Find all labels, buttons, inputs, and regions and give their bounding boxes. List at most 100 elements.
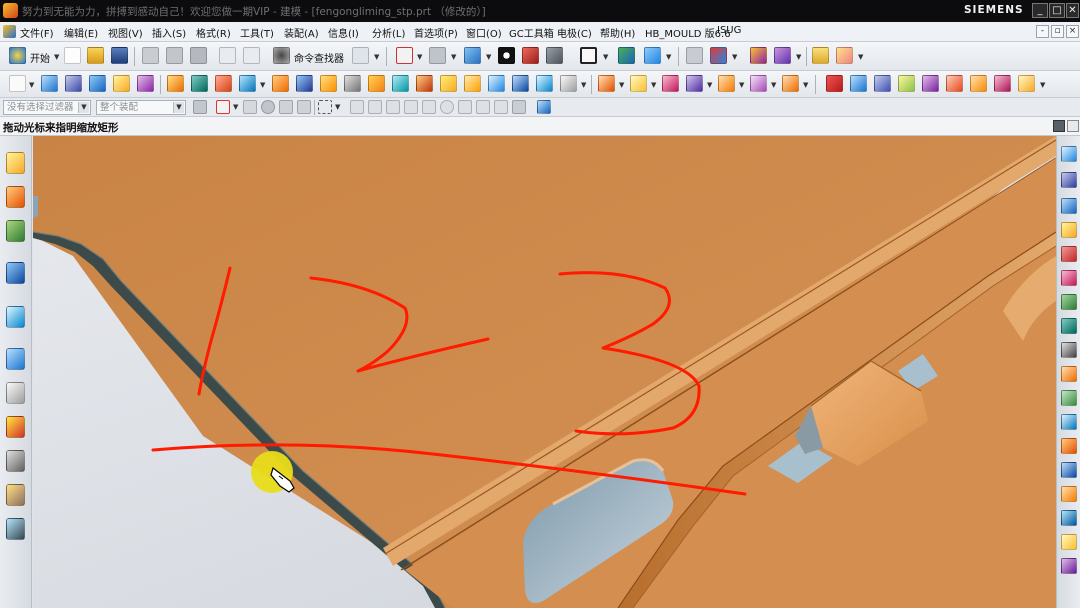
hole-toolbar-icon[interactable] [167, 75, 184, 92]
menu-analysis[interactable]: 分析(L) [372, 25, 405, 40]
surface-3-icon[interactable] [898, 75, 915, 92]
process-studio-icon[interactable] [6, 416, 25, 438]
graphics-window[interactable] [33, 136, 1056, 608]
chevron-down-icon[interactable]: ▼ [771, 81, 776, 89]
body-rule-icon[interactable] [279, 100, 293, 114]
shell-icon[interactable] [1061, 438, 1077, 454]
save-icon[interactable] [111, 47, 128, 64]
ruler-icon[interactable] [836, 47, 853, 64]
chevron-down-icon[interactable]: ▼ [1040, 81, 1045, 89]
doc-minimize-button[interactable]: - [1036, 25, 1049, 38]
measure-icon[interactable] [774, 47, 791, 64]
chevron-down-icon[interactable]: ▼ [29, 81, 34, 89]
chevron-down-icon[interactable]: ▼ [486, 53, 491, 61]
minimize-button[interactable]: _ [1032, 3, 1048, 18]
close-button[interactable]: ✕ [1066, 3, 1079, 18]
constraint-navigator-icon[interactable] [6, 186, 25, 208]
shaded-icon[interactable] [522, 47, 539, 64]
trim-icon[interactable] [392, 75, 409, 92]
mold-tool-5-icon[interactable] [718, 75, 735, 92]
sketch-icon[interactable] [9, 75, 26, 92]
mold-tool-2-icon[interactable] [630, 75, 647, 92]
chevron-down-icon[interactable]: ▼ [54, 53, 59, 61]
cue-options-icon[interactable] [1067, 120, 1079, 132]
offset-face-icon[interactable] [1061, 414, 1077, 430]
revolve-icon[interactable] [1061, 172, 1077, 188]
extrude-icon[interactable] [1061, 146, 1077, 162]
snap-mid-icon[interactable] [368, 100, 382, 114]
mold-tool-3-icon[interactable] [662, 75, 679, 92]
chevron-down-icon[interactable]: ▼ [233, 103, 238, 111]
tape-measure-icon[interactable] [812, 47, 829, 64]
cut-icon[interactable] [142, 47, 159, 64]
undo-icon[interactable] [219, 47, 236, 64]
maximize-button[interactable]: □ [1049, 3, 1065, 18]
chevron-down-icon[interactable]: ▼ [335, 103, 340, 111]
copy-icon[interactable] [166, 47, 183, 64]
snap-intersection-icon[interactable] [404, 100, 418, 114]
mold-tool-1-icon[interactable] [598, 75, 615, 92]
boss-toolbar-icon[interactable] [191, 75, 208, 92]
chevron-down-icon[interactable]: ▼ [651, 81, 656, 89]
analysis-icon[interactable] [750, 47, 767, 64]
render-style-icon[interactable] [498, 47, 515, 64]
chevron-down-icon[interactable]: ▼ [173, 102, 184, 113]
shell-toolbar-icon[interactable] [344, 75, 361, 92]
replace-face-icon[interactable] [512, 75, 529, 92]
open-folder-icon[interactable] [87, 47, 104, 64]
menu-format[interactable]: 格式(R) [196, 25, 231, 40]
mirror-icon[interactable] [416, 75, 433, 92]
menu-information[interactable]: 信息(I) [328, 25, 359, 40]
wireframe-icon[interactable] [546, 47, 563, 64]
chevron-down-icon[interactable]: ▼ [619, 81, 624, 89]
sphere-icon[interactable] [1061, 270, 1077, 286]
snap-control-icon[interactable] [386, 100, 400, 114]
history-icon[interactable] [6, 348, 25, 370]
reuse-library-icon[interactable] [6, 262, 25, 284]
sew-icon[interactable] [488, 75, 505, 92]
menu-gc-toolkit[interactable]: GC工具箱 [509, 25, 554, 40]
menu-view[interactable]: 视图(V) [108, 25, 143, 40]
chevron-down-icon[interactable]: ▼ [603, 53, 608, 61]
orient-view-icon[interactable] [464, 47, 481, 64]
hole-icon[interactable] [1061, 294, 1077, 310]
command-finder-button[interactable]: 命令查找器 [294, 50, 344, 65]
chevron-down-icon[interactable]: ▼ [732, 53, 737, 61]
chevron-down-icon[interactable]: ▼ [374, 53, 379, 61]
chevron-down-icon[interactable]: ▼ [707, 81, 712, 89]
move-object-icon[interactable] [644, 47, 661, 64]
edge-blend-icon[interactable] [1061, 462, 1077, 478]
menu-window[interactable]: 窗口(O) [466, 25, 502, 40]
surface-7-icon[interactable] [994, 75, 1011, 92]
surface-8-icon[interactable] [1018, 75, 1035, 92]
paste-icon[interactable] [190, 47, 207, 64]
offset-icon[interactable] [368, 75, 385, 92]
curve-rule-icon[interactable] [243, 100, 257, 114]
system-scene-icon[interactable] [6, 484, 25, 506]
background-icon[interactable] [580, 47, 597, 64]
chevron-down-icon[interactable]: ▼ [803, 81, 808, 89]
menu-assemblies[interactable]: 装配(A) [284, 25, 319, 40]
start-icon[interactable] [9, 47, 26, 64]
menu-insert[interactable]: 插入(S) [152, 25, 186, 40]
extrude-toolbar-icon[interactable] [41, 75, 58, 92]
rectangle-select-icon[interactable] [318, 100, 332, 114]
face-rule-icon[interactable] [261, 100, 275, 114]
menu-preferences[interactable]: 首选项(P) [414, 25, 458, 40]
fit-view-icon[interactable] [396, 47, 413, 64]
pocket-toolbar-icon[interactable] [215, 75, 232, 92]
trim-body-icon[interactable] [1061, 534, 1077, 550]
layer-settings-icon[interactable] [686, 47, 703, 64]
hd3d-tools-icon[interactable] [6, 306, 25, 328]
datum-plane-icon[interactable] [113, 75, 130, 92]
view-selection-icon[interactable] [537, 100, 551, 114]
nx-app-icon[interactable] [3, 3, 18, 18]
delete-face-icon[interactable] [536, 75, 553, 92]
snap-center-icon[interactable] [422, 100, 436, 114]
mold-tool-7-icon[interactable] [782, 75, 799, 92]
menu-electrode[interactable]: 电极(C) [557, 25, 592, 40]
draft-toolbar-icon[interactable] [320, 75, 337, 92]
unite-icon[interactable] [137, 75, 154, 92]
boss-icon[interactable] [1061, 318, 1077, 334]
status-toggle-icon[interactable] [1053, 120, 1065, 132]
